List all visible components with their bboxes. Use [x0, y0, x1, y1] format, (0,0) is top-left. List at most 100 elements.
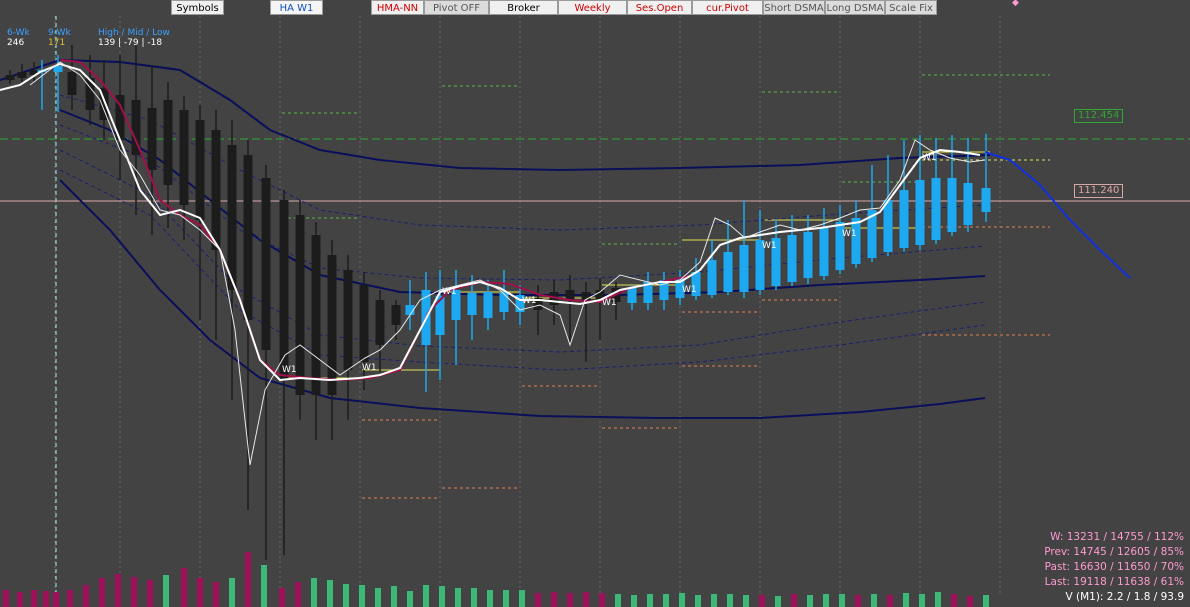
volume-bar — [855, 595, 861, 607]
volume-bar — [99, 578, 105, 607]
volume-bar — [17, 592, 23, 607]
volume-bar — [599, 593, 605, 607]
candle-body — [499, 292, 509, 312]
volume-bar — [261, 565, 267, 607]
broker-button[interactable]: Broker — [489, 0, 558, 15]
diamond-icon: ◆ — [1012, 0, 1019, 8]
volume-bar — [919, 594, 925, 607]
cur-pivot-button[interactable]: cur.Pivot — [692, 0, 763, 15]
candle-body — [375, 300, 385, 345]
w1-label: W1 — [522, 296, 537, 306]
candle-body — [981, 188, 991, 212]
volume-stats: W: 13231 / 14755 / 112% Prev: 14745 / 12… — [1044, 530, 1184, 605]
candle-body — [163, 100, 173, 185]
volume-bar — [3, 590, 9, 607]
volume-bar — [31, 590, 37, 607]
candle-body — [483, 292, 493, 318]
volume-bar — [615, 594, 621, 607]
volume-bar — [487, 590, 493, 607]
volume-bar — [839, 594, 845, 607]
volume-bar — [279, 588, 285, 607]
candle-body — [311, 235, 321, 395]
candle-body — [739, 245, 749, 292]
volume-bar — [163, 575, 169, 607]
candle-body — [627, 288, 637, 303]
volume-bar — [727, 594, 733, 607]
volume-bar — [375, 588, 381, 607]
volume-bar — [567, 593, 573, 607]
candle-body — [5, 75, 15, 80]
long-dsma-button[interactable]: Long DSMA — [825, 0, 885, 15]
candle-body — [899, 190, 909, 248]
forecast-line — [984, 151, 1131, 279]
volume-bar — [147, 580, 153, 607]
candle-body — [243, 155, 253, 320]
volume-bar — [53, 592, 59, 607]
volume-bar — [679, 593, 685, 607]
volume-bar — [83, 585, 89, 607]
weekly-button[interactable]: Weekly — [558, 0, 627, 15]
volume-bar — [213, 582, 219, 607]
candle-body — [295, 215, 305, 395]
price-chart[interactable]: W1 W1 W1 W1 W1 W1 W1 W1 W1 — [0, 0, 1190, 607]
volume-bar — [245, 552, 251, 607]
volume-bar — [711, 594, 717, 607]
candle-body — [787, 235, 797, 282]
price-line — [0, 62, 981, 382]
candle-body — [211, 130, 221, 250]
candle-body — [467, 293, 477, 315]
candle-body — [359, 285, 369, 362]
hma-nn-button[interactable]: HMA-NN — [371, 0, 424, 15]
short-dsma-button[interactable]: Short DSMA — [763, 0, 825, 15]
volume-bar — [131, 577, 137, 607]
ha-w1-button[interactable]: HA W1 — [270, 0, 323, 15]
stats-last: Last: 19118 / 11638 / 61% — [1044, 576, 1184, 588]
info-9wk-value: 171 — [48, 38, 66, 48]
volume-bar — [695, 595, 701, 607]
w1-label: W1 — [362, 363, 377, 373]
volume-bar — [359, 585, 365, 607]
volume-bar — [327, 580, 333, 607]
info-9wk-label: 9-Wk — [48, 28, 71, 38]
info-hml-value: 139 | -79 | -18 — [98, 38, 163, 48]
candle-body — [803, 232, 813, 278]
candle-body — [261, 178, 271, 350]
volume-bar — [295, 582, 301, 607]
candle-body — [707, 260, 717, 295]
volume-bar — [423, 585, 429, 607]
candle-body — [851, 218, 861, 264]
volume-bar — [887, 595, 893, 607]
volume-bar — [43, 591, 49, 607]
upper-price-label: 112.454 — [1074, 109, 1124, 123]
w1-label: W1 — [682, 285, 697, 295]
stats-past: Past: 16630 / 11650 / 70% — [1044, 561, 1184, 573]
stats-prev: Prev: 14745 / 12605 / 85% — [1044, 546, 1184, 558]
candle-body — [883, 200, 893, 252]
volume-bar — [807, 595, 813, 607]
volume-bar — [983, 595, 989, 607]
volume-bar — [775, 596, 781, 607]
pivot-off-button[interactable]: Pivot OFF — [424, 0, 489, 15]
volume-bar — [551, 592, 557, 607]
w1-label: W1 — [602, 298, 617, 308]
current-price-label: 111.240 — [1074, 184, 1124, 198]
volume-bar — [115, 574, 121, 607]
volume-bar — [631, 595, 637, 607]
candle-body — [17, 72, 27, 78]
volume-bar — [197, 578, 203, 607]
candle-body — [343, 270, 353, 370]
scale-fix-button[interactable]: Scale Fix — [885, 0, 937, 15]
candle-body — [147, 108, 157, 170]
volume-bar — [951, 594, 957, 607]
volume-bar — [455, 588, 461, 607]
volume-bar — [823, 594, 829, 607]
volume-bar — [439, 586, 445, 607]
stats-volume: V (M1): 2.2 / 1.8 / 93.9 — [1065, 591, 1184, 603]
ses-open-button[interactable]: Ses.Open — [627, 0, 692, 15]
volume-bar — [871, 594, 877, 607]
volume-bar — [583, 592, 589, 607]
symbols-button[interactable]: Symbols — [171, 0, 224, 15]
volume-bar — [647, 594, 653, 607]
candle-body — [819, 228, 829, 276]
w1-label: W1 — [442, 287, 457, 297]
